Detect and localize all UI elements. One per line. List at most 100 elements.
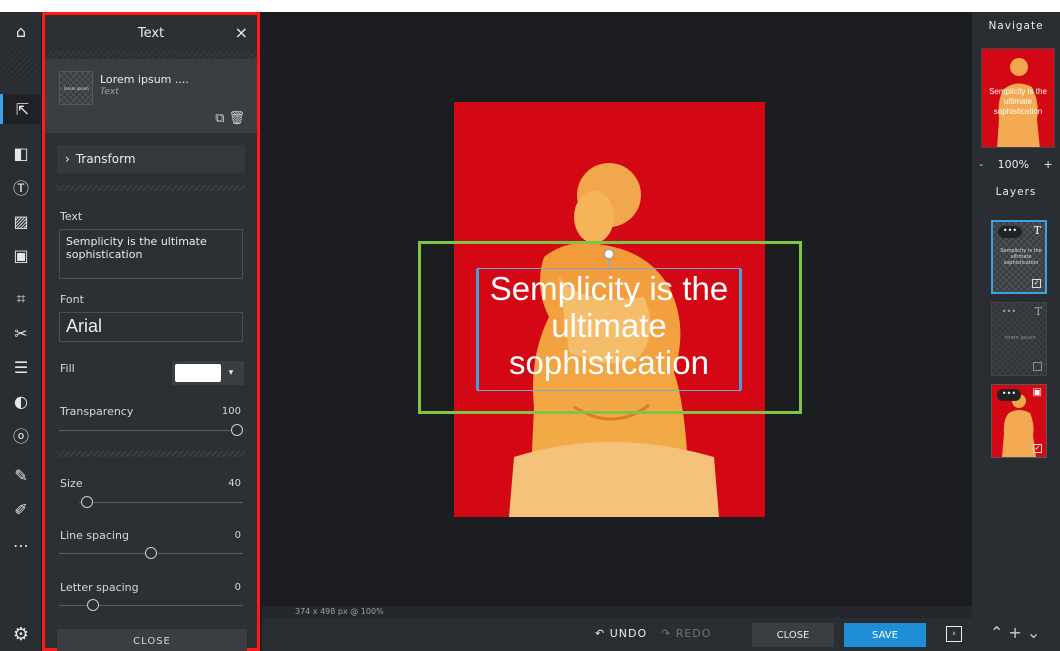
transparency-label: Transparency xyxy=(60,405,134,418)
panel-close-button[interactable]: CLOSE xyxy=(57,629,247,651)
text-tool-icon[interactable]: Ⓣ xyxy=(0,172,42,202)
transform-label: Transform xyxy=(75,152,136,166)
slider-knob[interactable] xyxy=(81,496,93,508)
close-button[interactable]: CLOSE xyxy=(752,623,834,647)
gear-icon[interactable]: ⚙ xyxy=(0,618,42,651)
slider-track xyxy=(79,502,243,503)
visibility-checkbox[interactable] xyxy=(1033,362,1042,371)
panel-divider xyxy=(45,51,257,59)
layer-thumb-label: lorem ipsum xyxy=(1004,335,1036,341)
visibility-checkbox[interactable]: ✓ xyxy=(1032,279,1041,288)
zoom-value: 100% xyxy=(997,158,1030,171)
layer-type: Text xyxy=(100,87,119,97)
line-spacing-label: Line spacing xyxy=(60,529,129,542)
trash-icon[interactable]: 🗑 xyxy=(228,111,249,126)
layer-thumb-text-selected[interactable]: ••• T Semplicity is the ultimate sophist… xyxy=(991,220,1047,294)
zoom-controls: - 100% + xyxy=(972,158,1060,171)
layer-thumb-label: Semplicity is the ultimate sophisticatio… xyxy=(1000,248,1042,266)
fill-swatch xyxy=(175,364,221,382)
panel-title: Text xyxy=(137,25,165,41)
text-input[interactable]: Semplicity is the ultimate sophisticatio… xyxy=(59,229,243,279)
plus-icon[interactable]: + xyxy=(1008,623,1026,642)
slider-track xyxy=(59,430,243,431)
close-icon[interactable]: × xyxy=(235,23,248,42)
green-highlight xyxy=(418,241,802,414)
image-icon[interactable]: ▣ xyxy=(0,240,42,270)
collapse-panel-icon[interactable]: › xyxy=(946,626,962,642)
editor-app: ⌂ ⇱ ◧ Ⓣ ▨ ▣ ⌗ ✂ ☰ ◐ ⓞ ✎ ✐ ⋯ Text × lorem… xyxy=(0,12,1060,651)
section-divider xyxy=(57,185,245,191)
line-spacing-slider[interactable] xyxy=(59,547,243,559)
pointer-icon[interactable]: ⇱ xyxy=(0,94,42,124)
layer-thumb-text: lorem ipsum xyxy=(64,86,89,91)
more-icon[interactable]: ••• xyxy=(998,226,1022,238)
zoom-out-button[interactable]: - xyxy=(979,158,983,171)
section-divider xyxy=(57,451,245,457)
letter-spacing-value: 0 xyxy=(234,582,241,593)
home-icon[interactable]: ⌂ xyxy=(0,16,42,46)
fill-color-picker[interactable]: ▾ xyxy=(172,361,244,385)
undo-label: UNDO xyxy=(609,627,648,640)
bottom-toolbar: ↶ UNDO ↷ REDO CLOSE SAVE › ⌃+⌄ xyxy=(262,618,1060,651)
more-icon[interactable]: ••• xyxy=(997,389,1021,401)
redo-label: REDO xyxy=(675,627,712,640)
undo-button[interactable]: ↶ UNDO xyxy=(595,627,647,640)
chevron-right-icon: › xyxy=(65,152,70,166)
font-input[interactable]: Arial xyxy=(59,312,243,342)
right-sidebar: Navigate Semplicity is the ultimate soph… xyxy=(972,12,1060,618)
bandage-icon[interactable]: ✎ xyxy=(0,460,42,490)
transform-section[interactable]: › Transform xyxy=(57,145,245,173)
size-slider[interactable] xyxy=(59,496,243,508)
redo-icon: ↷ xyxy=(661,627,676,640)
panel-header: Text × xyxy=(45,15,257,51)
slider-knob[interactable] xyxy=(87,599,99,611)
zoom-in-button[interactable]: + xyxy=(1044,158,1053,171)
rail-divider xyxy=(4,50,38,78)
undo-icon: ↶ xyxy=(595,627,610,640)
layer-name: Lorem ipsum .... xyxy=(100,73,189,86)
slider-knob[interactable] xyxy=(231,424,243,436)
more-icon[interactable]: ⋯ xyxy=(0,530,42,560)
letter-spacing-label: Letter spacing xyxy=(60,581,139,594)
text-type-icon: T xyxy=(1034,305,1042,318)
layer-card[interactable]: lorem ipsum Lorem ipsum .... Text ⧉🗑 xyxy=(45,59,257,133)
transparency-slider[interactable] xyxy=(59,424,243,436)
layout-icon[interactable]: ◧ xyxy=(0,138,42,168)
text-label: Text xyxy=(60,210,83,223)
fill-label: Fill xyxy=(60,362,75,375)
layer-actions: ⧉🗑 xyxy=(215,111,249,126)
size-label: Size xyxy=(60,477,83,490)
line-spacing-value: 0 xyxy=(234,530,241,541)
chevron-up-icon[interactable]: ⌃ xyxy=(990,623,1008,642)
cut-icon[interactable]: ✂ xyxy=(0,318,42,348)
canvas-area: Semplicity is the ultimate sophisticatio… xyxy=(262,12,972,618)
layer-thumb-image[interactable]: ••• ▣ ✓ xyxy=(991,384,1047,458)
text-type-icon: T xyxy=(1033,224,1041,237)
save-button[interactable]: SAVE xyxy=(844,623,926,647)
spiral-icon[interactable]: ⓞ xyxy=(0,420,42,450)
slider-knob[interactable] xyxy=(145,547,157,559)
size-value: 40 xyxy=(228,478,241,489)
adjust-icon[interactable]: ☰ xyxy=(0,352,42,382)
texture-icon[interactable]: ▨ xyxy=(0,206,42,236)
redo-button[interactable]: ↷ REDO xyxy=(661,627,711,640)
chevron-down-icon[interactable]: ⌄ xyxy=(1027,623,1045,642)
font-label: Font xyxy=(60,293,84,306)
visibility-checkbox[interactable]: ✓ xyxy=(1033,444,1042,453)
crop-icon[interactable]: ⌗ xyxy=(0,284,42,314)
canvas-status: 374 x 498 px @ 100% xyxy=(262,606,972,618)
transparency-value: 100 xyxy=(221,406,241,417)
duplicate-icon[interactable]: ⧉ xyxy=(215,111,228,126)
tool-rail: ⌂ ⇱ ◧ Ⓣ ▨ ▣ ⌗ ✂ ☰ ◐ ⓞ ✎ ✐ ⋯ xyxy=(0,12,42,651)
navigate-title: Navigate xyxy=(988,20,1044,32)
text-panel: Text × lorem ipsum Lorem ipsum .... Text… xyxy=(42,12,260,651)
contrast-icon[interactable]: ◐ xyxy=(0,386,42,416)
more-icon[interactable]: ••• xyxy=(997,307,1021,319)
layers-title: Layers xyxy=(995,186,1037,198)
layer-thumb-text[interactable]: ••• T lorem ipsum xyxy=(991,302,1047,376)
navigator-thumbnail[interactable]: Semplicity is the ultimate sophisticatio… xyxy=(981,48,1055,148)
layer-thumbnail: lorem ipsum xyxy=(59,71,93,105)
letter-spacing-slider[interactable] xyxy=(59,599,243,611)
brush-icon[interactable]: ✐ xyxy=(0,494,42,524)
layer-order-controls: ⌃+⌄ xyxy=(990,623,1045,642)
